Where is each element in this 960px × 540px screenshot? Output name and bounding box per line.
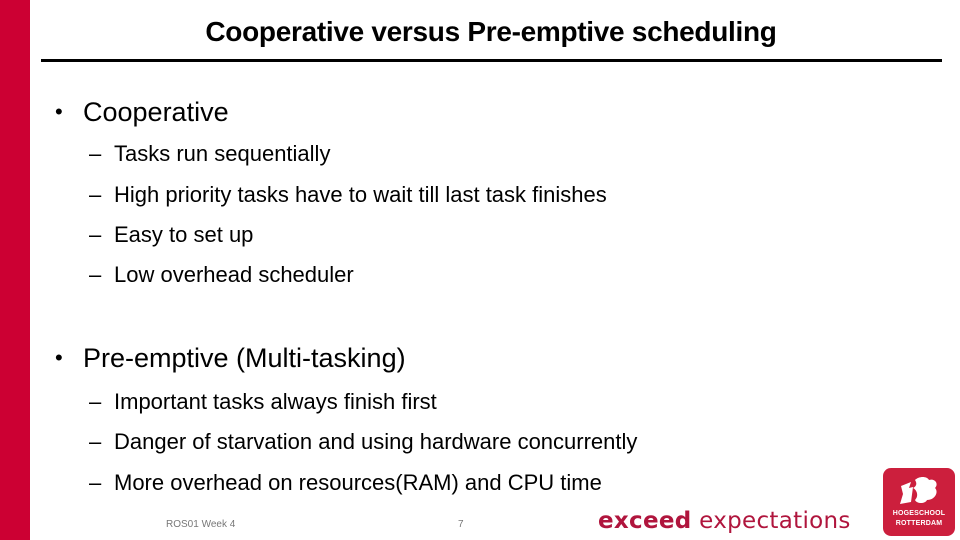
sub-bullet-text: More overhead on resources(RAM) and CPU … <box>114 470 602 495</box>
sub-bullet: – Important tasks always finish first <box>89 388 437 416</box>
sub-bullet-text: Danger of starvation and using hardware … <box>114 429 638 454</box>
dash-icon: – <box>89 389 102 414</box>
sub-bullet-text: High priority tasks have to wait till la… <box>114 182 607 207</box>
sub-bullet-text: Easy to set up <box>114 222 254 247</box>
bullet-icon: • <box>55 99 63 124</box>
slogan-rest: expectations <box>699 508 851 534</box>
slogan: exceed expectations <box>598 508 851 534</box>
dash-icon: – <box>89 470 102 495</box>
dash-icon: – <box>89 429 102 454</box>
sub-bullet: – More overhead on resources(RAM) and CPU… <box>89 469 602 497</box>
bullet-heading: Cooperative <box>83 97 229 127</box>
sub-bullet: – Low overhead scheduler <box>89 261 354 289</box>
bullet-heading: Pre-emptive (Multi-tasking) <box>83 343 406 373</box>
logo-text-line1: HOGESCHOOL <box>892 510 946 517</box>
dash-icon: – <box>89 222 102 247</box>
hogeschool-rotterdam-logo: HOGESCHOOL ROTTERDAM <box>883 468 955 536</box>
sub-bullet-text: Tasks run sequentially <box>114 141 331 166</box>
logo-text-line2: ROTTERDAM <box>895 520 943 527</box>
bullet-icon: • <box>55 345 63 370</box>
slogan-bold: exceed <box>598 508 692 534</box>
logo-emblem-icon <box>900 477 937 504</box>
sub-bullet: – Easy to set up <box>89 221 253 249</box>
footer-course-label: ROS01 Week 4 <box>166 519 236 530</box>
sub-bullet-text: Low overhead scheduler <box>114 262 354 287</box>
sub-bullet: – Danger of starvation and using hardware… <box>89 428 637 456</box>
sub-bullet-text: Important tasks always finish first <box>114 389 437 414</box>
sub-bullet: – High priority tasks have to wait till l… <box>89 181 607 209</box>
sub-bullet: – Tasks run sequentially <box>89 140 330 168</box>
dash-icon: – <box>89 141 102 166</box>
page-number: 7 <box>458 519 464 530</box>
slide-title: Cooperative versus Pre-emptive schedulin… <box>205 16 777 47</box>
dash-icon: – <box>89 182 102 207</box>
side-accent-bar <box>0 0 30 540</box>
title-underline <box>41 59 942 62</box>
dash-icon: – <box>89 262 102 287</box>
bullet-pre-emptive: • Pre-emptive (Multi-tasking) <box>55 341 406 375</box>
bullet-cooperative: • Cooperative <box>55 95 229 129</box>
